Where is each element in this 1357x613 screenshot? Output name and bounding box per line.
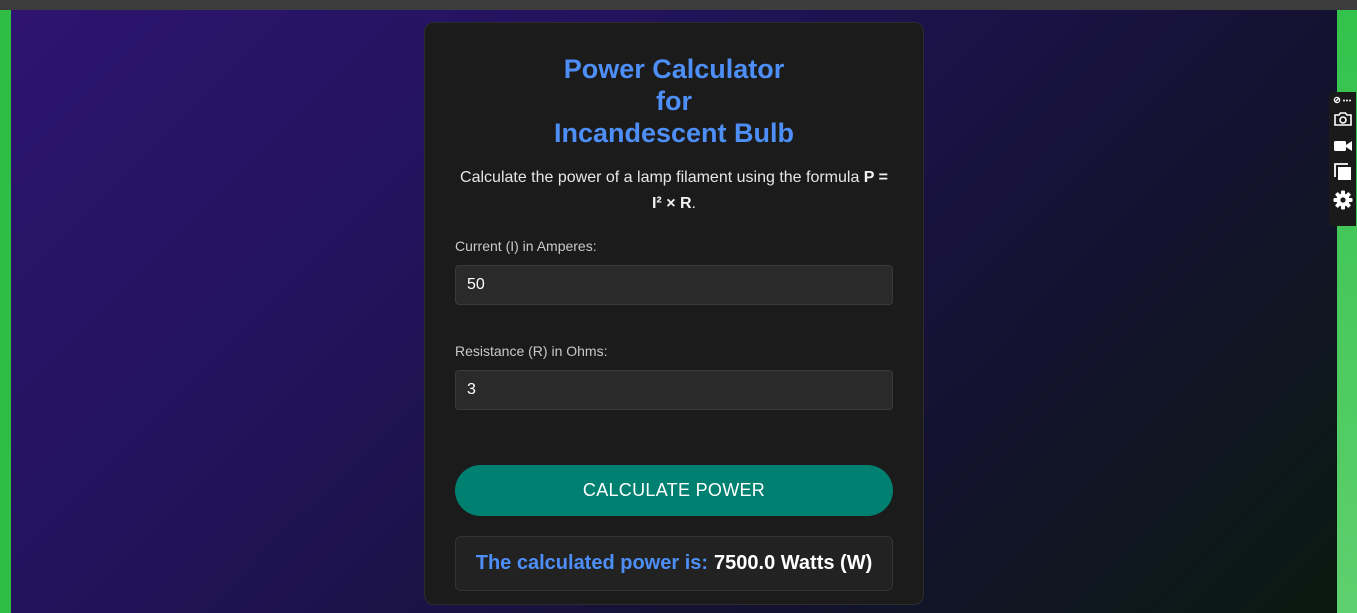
result-box: The calculated power is: 7500.0 Watts (W… xyxy=(455,536,893,591)
current-input[interactable] xyxy=(455,265,893,305)
result-prefix: The calculated power is: xyxy=(475,552,709,574)
window-stack-icon[interactable] xyxy=(1329,162,1356,182)
side-toolbar xyxy=(1329,92,1356,226)
title-line-2: Incandescent Bulb xyxy=(553,118,795,148)
window-top-bar xyxy=(0,0,1357,10)
link-more-icon[interactable] xyxy=(1329,94,1356,106)
resistance-input[interactable] xyxy=(455,370,893,410)
description-suffix: . xyxy=(691,195,696,212)
gear-icon[interactable] xyxy=(1329,189,1356,211)
calculate-power-button[interactable]: CALCULATE POWER xyxy=(455,465,893,516)
page-title: Power Calculator for Incandescent Bulb xyxy=(544,53,804,149)
formula-part-1: P = xyxy=(863,169,888,186)
camera-icon[interactable] xyxy=(1329,109,1356,129)
current-label: Current (I) in Amperes: xyxy=(455,238,597,254)
title-line-1: Power Calculator for xyxy=(563,54,785,116)
formula-part-2: I² × R xyxy=(651,195,692,212)
left-frame-border xyxy=(0,10,11,613)
result-value: 7500.0 Watts (W) xyxy=(714,552,873,574)
calculator-card: Power Calculator for Incandescent Bulb C… xyxy=(424,22,924,605)
description-text: Calculate the power of a lamp filament u… xyxy=(460,169,864,186)
resistance-label: Resistance (R) in Ohms: xyxy=(455,343,608,359)
formula-description: Calculate the power of a lamp filament u… xyxy=(455,165,893,217)
video-icon[interactable] xyxy=(1329,136,1356,156)
